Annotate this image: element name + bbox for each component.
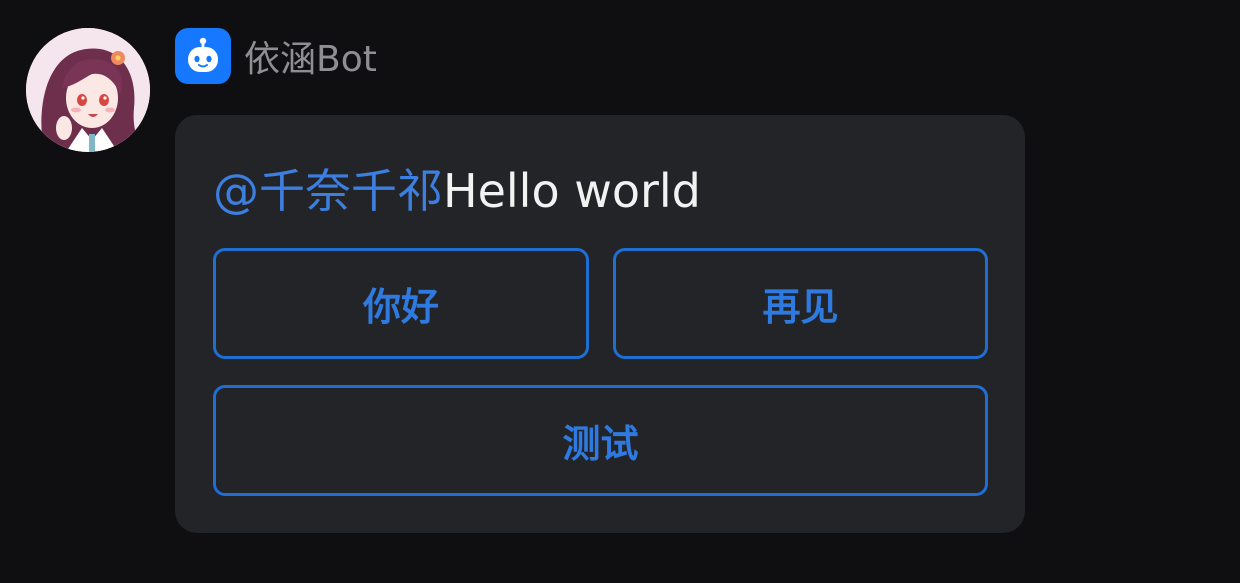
robot-icon: [175, 28, 231, 84]
bot-name[interactable]: 依涵Bot: [244, 30, 377, 82]
goodbye-button[interactable]: 再见: [613, 248, 988, 359]
hello-button[interactable]: 你好: [213, 248, 589, 359]
avatar-illustration: [26, 28, 150, 152]
bot-header: 依涵Bot: [175, 28, 377, 84]
message-card: @千奈千祁Hello world 你好 再见 测试: [175, 115, 1025, 533]
chat-area: 依涵Bot @千奈千祁Hello world 你好 再见 测试: [0, 0, 1240, 583]
message-text: @千奈千祁Hello world: [213, 161, 701, 221]
test-button[interactable]: 测试: [213, 385, 988, 496]
user-mention[interactable]: @千奈千祁: [213, 164, 443, 218]
user-avatar[interactable]: [26, 28, 150, 152]
message-body: Hello world: [443, 164, 701, 218]
